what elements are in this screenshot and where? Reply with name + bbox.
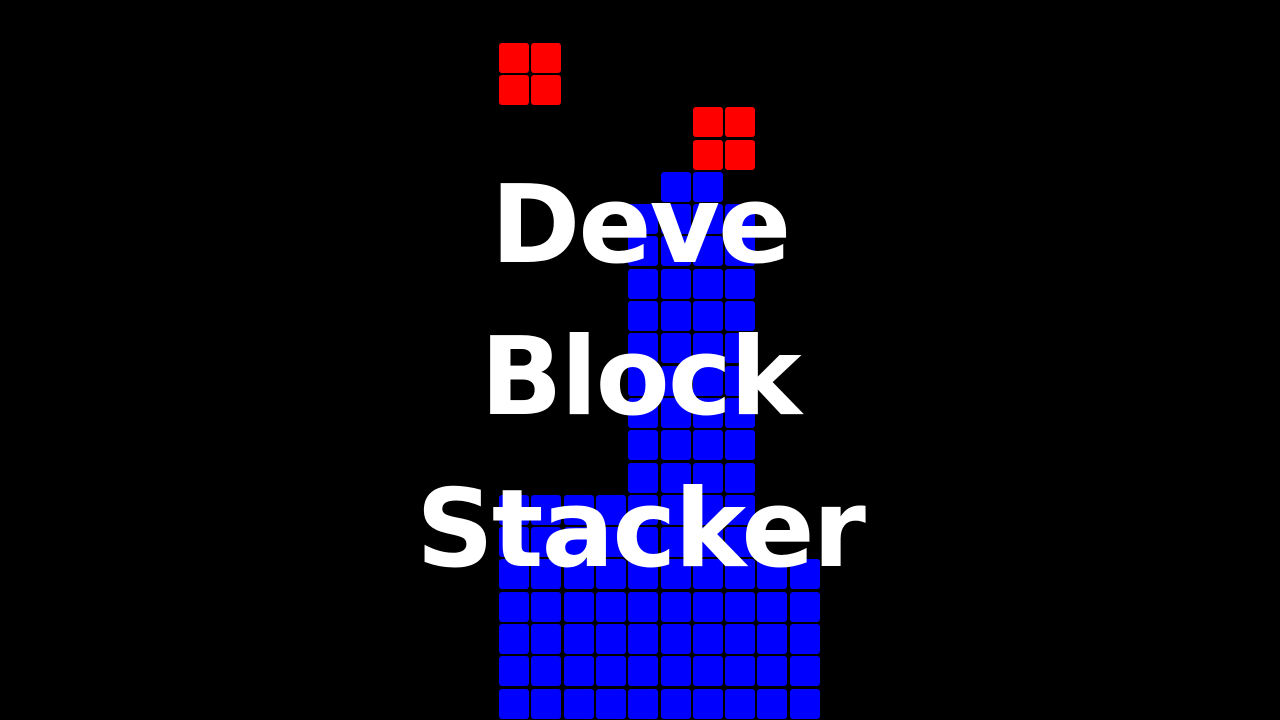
title-line-3: Stacker bbox=[416, 467, 866, 592]
stacked-block bbox=[531, 688, 562, 719]
stacked-block bbox=[692, 656, 723, 687]
stacked-block bbox=[499, 624, 529, 654]
stacked-block bbox=[563, 624, 594, 654]
stacked-block bbox=[563, 688, 594, 719]
stacked-block bbox=[595, 656, 626, 687]
stacked-block bbox=[789, 688, 820, 719]
stacked-block bbox=[789, 656, 820, 687]
stacked-block bbox=[725, 688, 756, 719]
stacked-block bbox=[660, 656, 691, 687]
stacked-block bbox=[628, 656, 659, 687]
falling-block bbox=[531, 42, 562, 73]
stacked-block bbox=[499, 688, 529, 719]
stacked-block bbox=[725, 624, 756, 654]
falling-block bbox=[499, 42, 529, 73]
stacked-block bbox=[499, 656, 529, 687]
game-title: Deve Block Stacker bbox=[0, 150, 1280, 606]
falling-block bbox=[725, 107, 756, 138]
stacked-block bbox=[628, 624, 659, 654]
stacked-block bbox=[692, 688, 723, 719]
stacked-block bbox=[628, 688, 659, 719]
title-line-2: Block bbox=[480, 315, 801, 440]
title-line-1: Deve bbox=[490, 163, 792, 288]
stacked-block bbox=[563, 656, 594, 687]
stacked-block bbox=[595, 624, 626, 654]
stacked-block bbox=[660, 688, 691, 719]
falling-block bbox=[499, 74, 529, 105]
stacked-block bbox=[595, 688, 626, 719]
stacked-block bbox=[692, 624, 723, 654]
stacked-block bbox=[757, 624, 788, 654]
stacked-block bbox=[757, 688, 788, 719]
stacked-block bbox=[531, 656, 562, 687]
falling-block bbox=[531, 74, 562, 105]
stacked-block bbox=[725, 656, 756, 687]
stacked-block bbox=[789, 624, 820, 654]
stacked-block bbox=[531, 624, 562, 654]
stacked-block bbox=[660, 624, 691, 654]
falling-block bbox=[692, 107, 723, 138]
game-stage: Deve Block Stacker bbox=[0, 0, 1280, 720]
stacked-block bbox=[757, 656, 788, 687]
